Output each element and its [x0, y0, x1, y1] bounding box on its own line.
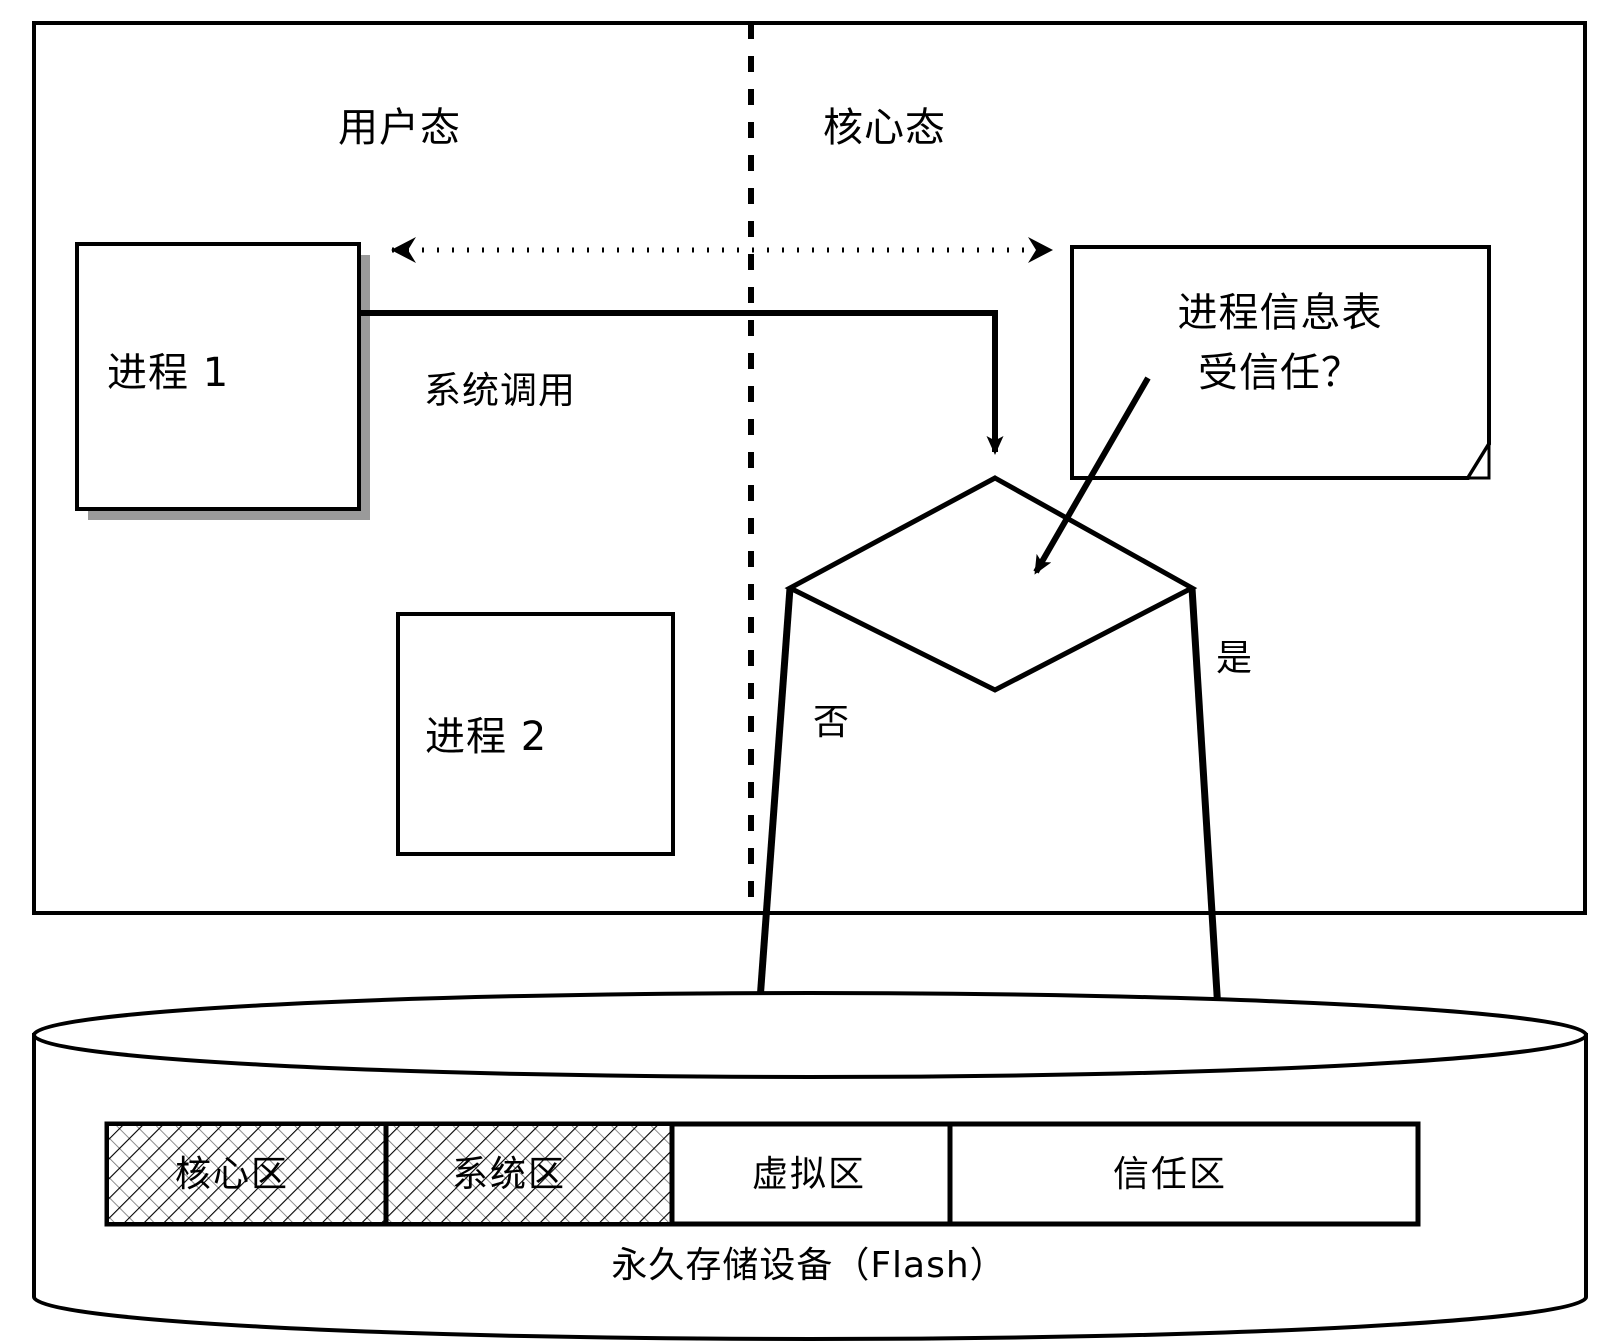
storage-partition-label-3: 信任区: [1113, 1154, 1228, 1195]
syscall-label: 系统调用: [424, 369, 576, 412]
cylinder-top-ellipse: [32, 991, 1588, 1079]
storage-partition-label-1: 系统区: [452, 1154, 567, 1195]
branch-yes-label: 是: [1216, 638, 1253, 679]
diagram-canvas: 用户态 核心态 进程 1 进程 2 系统调用 进程信息表 受信任？ 否 是 核心…: [0, 0, 1620, 1343]
process2-label: 进程 2: [425, 714, 548, 760]
diagram-vector-layer: [32, 21, 1588, 1341]
note-line-2: 受信任？: [1198, 350, 1362, 396]
storage-caption: 永久存储设备（Flash）: [611, 1245, 1007, 1286]
user-mode-label: 用户态: [338, 105, 461, 151]
storage-partition-label-0: 核心区: [175, 1154, 290, 1195]
storage-partition-label-2: 虚拟区: [752, 1154, 867, 1195]
kernel-mode-label: 核心态: [823, 105, 946, 151]
branch-no-label: 否: [813, 702, 850, 743]
note-line-1: 进程信息表: [1177, 290, 1383, 336]
process1-label: 进程 1: [107, 350, 230, 396]
